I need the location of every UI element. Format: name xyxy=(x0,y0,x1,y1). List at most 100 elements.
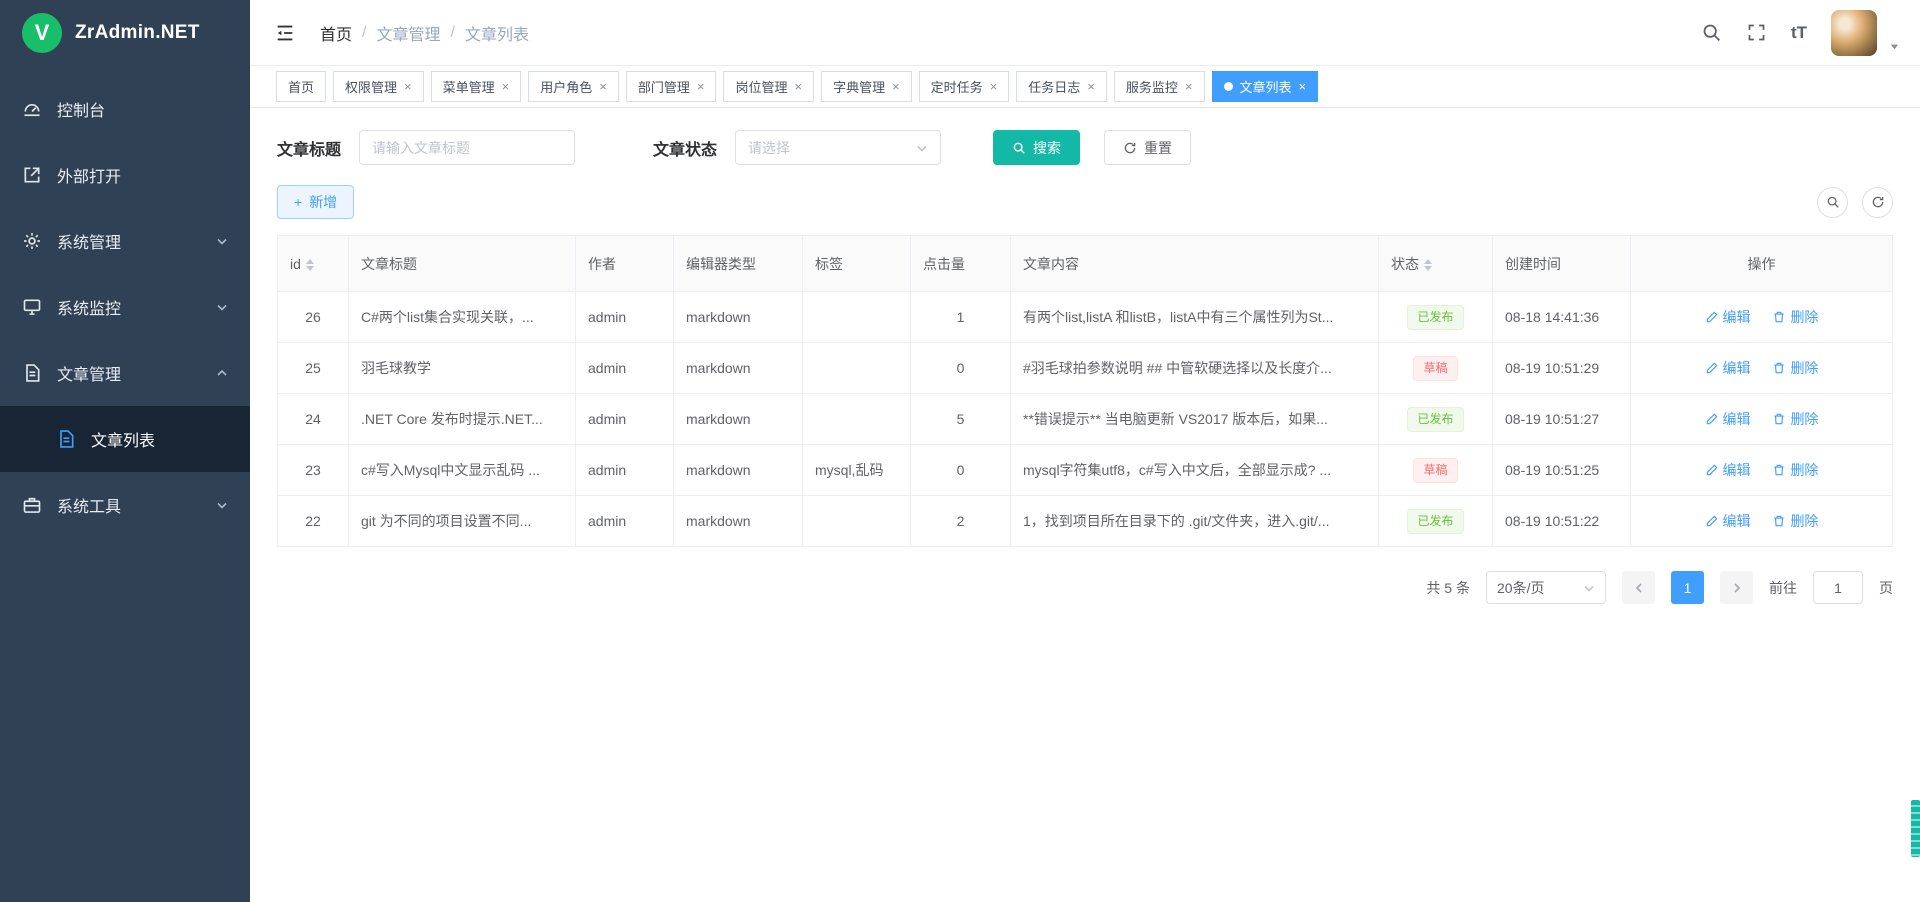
close-icon[interactable]: × xyxy=(794,80,802,93)
col-tags: 标签 xyxy=(803,236,911,292)
close-icon[interactable]: × xyxy=(1185,80,1193,93)
col-id[interactable]: id xyxy=(278,236,349,292)
cell-author: admin xyxy=(576,394,674,445)
plus-icon: + xyxy=(294,194,302,210)
chevron-right-icon xyxy=(1731,582,1743,594)
col-status[interactable]: 状态 xyxy=(1379,236,1493,292)
next-page-button[interactable] xyxy=(1720,571,1753,604)
tab-label: 首页 xyxy=(288,77,314,96)
cell-author: admin xyxy=(576,292,674,343)
main-area: 首页 / 文章管理 / 文章列表 tT 首页 权限管理 × 菜单管理× 用户角色 ×… xyxy=(250,0,1920,902)
tab-dict-mgmt[interactable]: 字典管理× xyxy=(821,71,912,102)
col-title: 文章标题 xyxy=(349,236,576,292)
prev-page-button[interactable] xyxy=(1622,571,1655,604)
delete-icon xyxy=(1772,361,1786,375)
breadcrumb-home[interactable]: 首页 xyxy=(320,21,352,45)
delete-link[interactable]: 删除 xyxy=(1772,511,1818,531)
close-icon[interactable]: × xyxy=(1299,80,1307,93)
cell-id: 24 xyxy=(278,394,349,445)
avatar[interactable] xyxy=(1831,10,1877,56)
delete-link[interactable]: 删除 xyxy=(1772,307,1818,327)
delete-link[interactable]: 删除 xyxy=(1772,460,1818,480)
close-icon[interactable]: × xyxy=(404,80,412,93)
status-filter-select[interactable]: 请选择 xyxy=(735,130,941,165)
close-icon[interactable]: × xyxy=(990,80,998,93)
edit-link[interactable]: 编辑 xyxy=(1705,409,1751,429)
cell-title: git 为不同的项目设置不同... xyxy=(349,496,576,547)
scrollbar-thumb[interactable] xyxy=(1911,800,1920,857)
cell-title: C#两个list集合实现关联，... xyxy=(349,292,576,343)
top-actions: tT xyxy=(1701,10,1900,56)
sidebar-item-system-mgmt[interactable]: 系统管理 xyxy=(0,208,250,274)
cell-content: **错误提示** 当电脑更新 VS2017 版本后，如果... xyxy=(1011,394,1379,445)
refresh-icon xyxy=(1123,141,1137,155)
cell-hits: 0 xyxy=(911,343,1011,394)
search-button-label: 搜索 xyxy=(1033,138,1061,158)
close-icon[interactable]: × xyxy=(1087,80,1095,93)
table-row: 25 羽毛球教学 admin markdown 0 #羽毛球拍参数说明 ## 中… xyxy=(278,343,1893,394)
delete-label: 删除 xyxy=(1790,358,1818,378)
top-bar: 首页 / 文章管理 / 文章列表 tT xyxy=(250,0,1920,66)
edit-link[interactable]: 编辑 xyxy=(1705,307,1751,327)
title-filter-input[interactable] xyxy=(359,130,575,165)
edit-link[interactable]: 编辑 xyxy=(1705,358,1751,378)
caret-down-icon[interactable] xyxy=(1889,41,1900,56)
close-icon[interactable]: × xyxy=(502,80,510,93)
close-icon[interactable]: × xyxy=(599,80,607,93)
tab-label: 权限管理 xyxy=(345,77,397,96)
close-icon[interactable]: × xyxy=(892,80,900,93)
font-size-icon[interactable]: tT xyxy=(1791,23,1807,43)
sort-icon[interactable] xyxy=(1424,259,1432,271)
toggle-search-icon[interactable] xyxy=(1817,187,1848,218)
tab-permission[interactable]: 权限管理 × xyxy=(333,71,424,102)
goto-page-input[interactable] xyxy=(1813,571,1863,604)
col-author: 作者 xyxy=(576,236,674,292)
tab-service-monitor[interactable]: 服务监控× xyxy=(1114,71,1205,102)
sidebar-item-external[interactable]: 外部打开 xyxy=(0,142,250,208)
edit-link[interactable]: 编辑 xyxy=(1705,511,1751,531)
delete-link[interactable]: 删除 xyxy=(1772,358,1818,378)
document-icon xyxy=(22,363,42,383)
cell-id: 25 xyxy=(278,343,349,394)
tab-label: 用户角色 xyxy=(540,77,592,96)
sort-icon[interactable] xyxy=(306,259,314,271)
cell-hits: 1 xyxy=(911,292,1011,343)
add-button[interactable]: + 新增 xyxy=(277,185,354,219)
fullscreen-icon[interactable] xyxy=(1746,22,1767,43)
cell-id: 22 xyxy=(278,496,349,547)
sidebar-item-system-tools[interactable]: 系统工具 xyxy=(0,472,250,538)
chevron-down-icon xyxy=(1583,582,1595,594)
search-button[interactable]: 搜索 xyxy=(993,130,1080,165)
sidebar-item-article-mgmt[interactable]: 文章管理 xyxy=(0,340,250,406)
sidebar-menu: 控制台 外部打开 系统管理 系统监控 xyxy=(0,66,250,538)
close-icon[interactable]: × xyxy=(697,80,705,93)
tab-article-list[interactable]: 文章列表× xyxy=(1212,71,1319,102)
delete-link[interactable]: 删除 xyxy=(1772,409,1818,429)
sidebar-item-article-list[interactable]: 文章列表 xyxy=(0,406,250,472)
filter-form: 文章标题 文章状态 请选择 搜索 重置 xyxy=(277,130,1893,165)
breadcrumb-article-mgmt[interactable]: 文章管理 xyxy=(376,21,440,45)
tab-menu-mgmt[interactable]: 菜单管理× xyxy=(431,71,522,102)
tab-post-mgmt[interactable]: 岗位管理× xyxy=(723,71,814,102)
refresh-table-icon[interactable] xyxy=(1862,187,1893,218)
page-unit-label: 页 xyxy=(1879,578,1893,598)
status-badge: 草稿 xyxy=(1413,356,1457,381)
tab-task-log[interactable]: 任务日志× xyxy=(1016,71,1107,102)
tab-dept-mgmt[interactable]: 部门管理× xyxy=(626,71,717,102)
search-icon[interactable] xyxy=(1701,22,1722,43)
delete-label: 删除 xyxy=(1790,511,1818,531)
title-filter-label: 文章标题 xyxy=(277,136,341,160)
tab-cron-task[interactable]: 定时任务× xyxy=(919,71,1010,102)
sidebar-item-system-monitor[interactable]: 系统监控 xyxy=(0,274,250,340)
page-size-select[interactable]: 20条/页 xyxy=(1486,571,1606,604)
edit-label: 编辑 xyxy=(1723,358,1751,378)
reset-button[interactable]: 重置 xyxy=(1104,130,1191,165)
delete-icon xyxy=(1772,514,1786,528)
page-number-1[interactable]: 1 xyxy=(1671,571,1704,604)
tab-home[interactable]: 首页 xyxy=(276,71,326,102)
edit-link[interactable]: 编辑 xyxy=(1705,460,1751,480)
sidebar-fold-icon[interactable] xyxy=(274,22,296,44)
external-link-icon xyxy=(22,165,42,185)
sidebar-item-dashboard[interactable]: 控制台 xyxy=(0,76,250,142)
tab-user-role[interactable]: 用户角色 × xyxy=(528,71,619,102)
